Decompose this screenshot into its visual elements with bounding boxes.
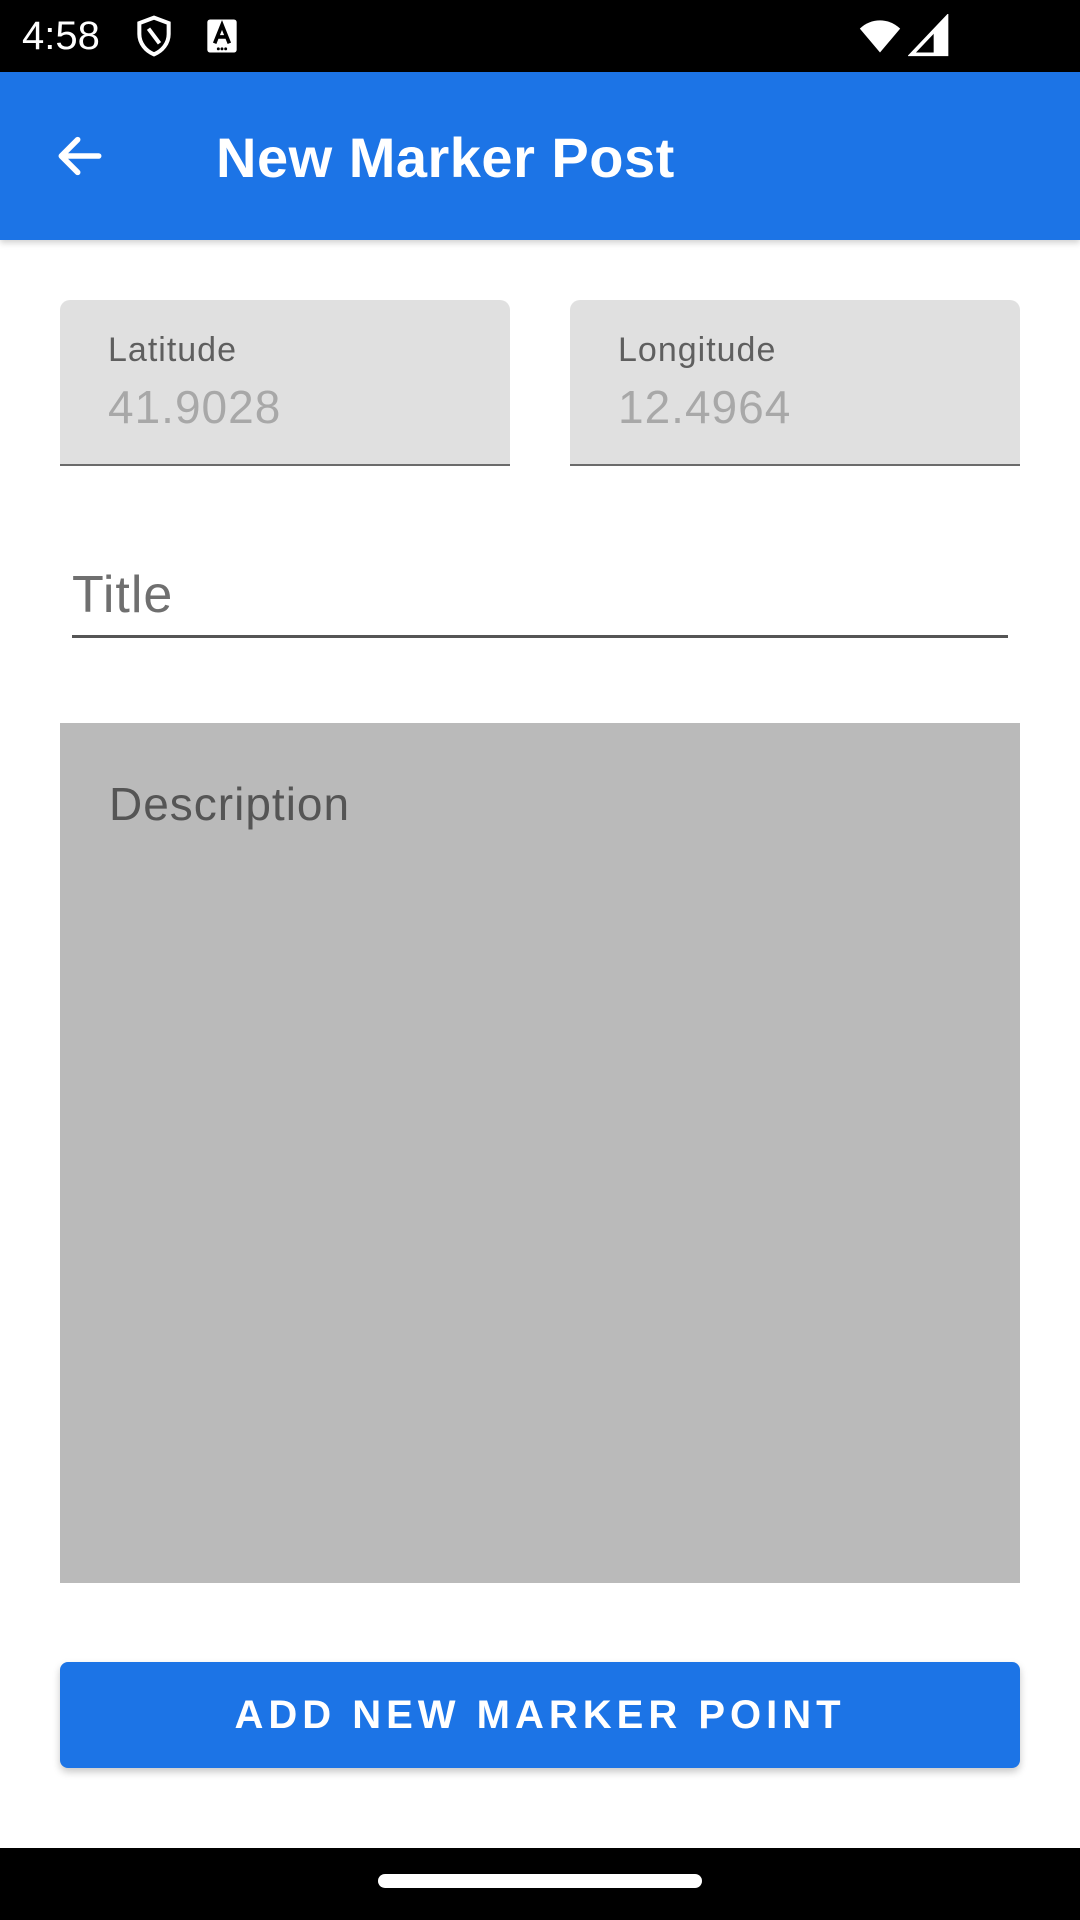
page-title: New Marker Post [216,126,675,189]
latitude-value: 41.9028 [108,381,282,433]
add-marker-button-label: ADD NEW MARKER POINT [234,1692,846,1737]
back-button[interactable] [40,116,120,196]
shield-icon [132,14,176,58]
description-input[interactable]: Description [60,723,1020,1583]
status-time: 4:58 [22,14,100,58]
title-input[interactable]: Title [72,560,1008,638]
longitude-value: 12.4964 [618,381,792,433]
latitude-label: Latitude [108,331,237,369]
app-bar: New Marker Post [0,72,1080,240]
cellular-signal-icon [908,14,952,58]
wifi-icon [858,14,902,58]
description-placeholder: Description [109,778,351,830]
status-bar: 4:58 [0,0,1080,72]
a-badge-icon [200,14,244,58]
title-placeholder: Title [72,566,174,624]
latitude-field[interactable]: Latitude 41.9028 [60,300,510,466]
navigation-bar [0,1848,1080,1920]
longitude-label: Longitude [618,331,777,369]
add-marker-button[interactable]: ADD NEW MARKER POINT [60,1662,1020,1768]
longitude-field[interactable]: Longitude 12.4964 [570,300,1020,466]
arrow-left-icon [52,128,108,184]
home-handle[interactable] [378,1874,702,1888]
